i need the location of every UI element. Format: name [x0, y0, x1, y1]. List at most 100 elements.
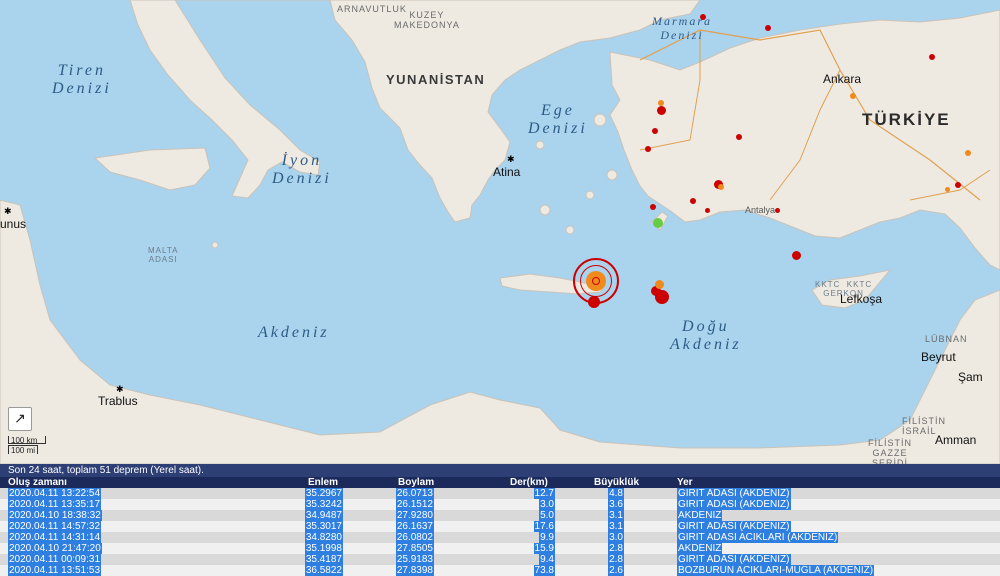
- cell-depth: 17.6: [533, 521, 555, 532]
- cell-mag: 2.6: [608, 565, 624, 576]
- label-tiren-denizi: Tiren Denizi: [52, 62, 112, 97]
- cell-place: AKDENIZ: [677, 510, 723, 521]
- table-row[interactable]: 2020.04.10 21:47:20 35.1998 27.8505 15.9 2.8…: [0, 543, 1000, 554]
- city-lefkosa: Lefkoşa: [840, 292, 883, 306]
- quake-marker[interactable]: [657, 106, 666, 115]
- table-row[interactable]: 2020.04.11 14:31:14 34.8280 26.0802 9.9 3.0 G…: [0, 532, 1000, 543]
- quake-marker[interactable]: [765, 25, 771, 31]
- cell-time: 2020.04.11 00:09:31: [8, 554, 102, 565]
- quake-marker[interactable]: [736, 134, 742, 140]
- cell-time: 2020.04.11 13:22:54: [8, 488, 102, 499]
- header-lon[interactable]: Boylam: [398, 477, 434, 488]
- cell-depth: 73.8: [533, 565, 555, 576]
- cell-mag: 3.1: [608, 510, 624, 521]
- quake-marker[interactable]: [690, 198, 696, 204]
- cell-mag: 3.1: [608, 521, 624, 532]
- label-malta: MALTA ADASI: [148, 246, 179, 264]
- label-yunanistan: YUNANİSTAN: [386, 72, 486, 87]
- cell-lon: 27.9280: [395, 510, 434, 521]
- cell-mag: 4.8: [608, 488, 624, 499]
- cell-place: GIRIT ADASI (AKDENIZ): [677, 488, 791, 499]
- cell-lat: 35.1998: [304, 543, 343, 554]
- cell-time: 2020.04.11 13:35:17: [8, 499, 102, 510]
- label-iyon-denizi: İyon Denizi: [272, 152, 332, 187]
- city-trablus: Trablus: [98, 394, 138, 408]
- quake-marker[interactable]: [588, 296, 600, 308]
- city-dot: ✱: [507, 154, 515, 164]
- cell-time: 2020.04.10 21:47:20: [8, 543, 102, 554]
- cell-lat: 35.3017: [304, 521, 343, 532]
- city-ankara: Ankara: [823, 72, 862, 86]
- quake-marker[interactable]: [965, 150, 971, 156]
- city-antalya: Antalya: [745, 205, 776, 215]
- quake-marker[interactable]: [775, 208, 780, 213]
- cell-lon: 27.8398: [395, 565, 434, 576]
- earthquake-table-panel: Son 24 saat, toplam 51 deprem (Yerel saa…: [0, 464, 1000, 576]
- cell-depth: 9.4: [539, 554, 555, 565]
- cell-lon: 26.1512: [395, 499, 434, 510]
- cell-time: 2020.04.11 14:31:14: [8, 532, 102, 543]
- cell-place: GIRIT ADASI (AKDENIZ): [677, 499, 791, 510]
- cell-place: GIRIT ADASI (AKDENIZ): [677, 554, 791, 565]
- quake-marker-center: [592, 277, 600, 285]
- table-row[interactable]: 2020.04.11 13:35:17 35.3242 26.1512 3.0 3.6 G…: [0, 499, 1000, 510]
- header-time[interactable]: Oluş zamanı: [8, 477, 67, 488]
- table-caption: Son 24 saat, toplam 51 deprem (Yerel saa…: [0, 464, 1000, 477]
- table-row[interactable]: 2020.04.11 14:57:32 35.3017 26.1637 17.6 3.1…: [0, 521, 1000, 532]
- city-sam: Şam: [958, 370, 983, 384]
- quake-marker[interactable]: [955, 182, 961, 188]
- cell-lat: 35.2967: [304, 488, 343, 499]
- label-dogu-akdeniz: Doğu Akdeniz: [670, 318, 742, 353]
- quake-marker[interactable]: [650, 204, 656, 210]
- quake-marker[interactable]: [658, 100, 664, 106]
- cell-lon: 26.0713: [395, 488, 434, 499]
- cell-lat: 34.8280: [304, 532, 343, 543]
- quake-marker[interactable]: [652, 128, 658, 134]
- quake-marker[interactable]: [929, 54, 935, 60]
- cell-time: 2020.04.10 18:38:32: [8, 510, 102, 521]
- cell-place: GIRIT ADASI (AKDENIZ): [677, 521, 791, 532]
- cell-lat: 35.4187: [304, 554, 343, 565]
- table-row[interactable]: 2020.04.11 13:51:53 36.5822 27.8398 73.8 2.6…: [0, 565, 1000, 576]
- table-body: 2020.04.11 13:22:54 35.2967 26.0713 12.7 4.8…: [0, 488, 1000, 576]
- quake-marker[interactable]: [645, 146, 651, 152]
- cell-lon: 27.8505: [395, 543, 434, 554]
- quake-marker[interactable]: [718, 184, 724, 190]
- quake-marker[interactable]: [945, 187, 950, 192]
- cell-place: AKDENIZ: [677, 543, 723, 554]
- cell-depth: 9.9: [539, 532, 555, 543]
- label-akdeniz: Akdeniz: [258, 324, 330, 341]
- table-header: Oluş zamanı Enlem Boylam Der(km) Büyüklü…: [0, 477, 1000, 488]
- table-row[interactable]: 2020.04.10 18:38:32 34.9487 27.9280 5.0 3.1 A…: [0, 510, 1000, 521]
- quake-marker[interactable]: [655, 280, 664, 289]
- city-tunus: unus: [0, 217, 27, 231]
- cell-place: BOZBURUN ACIKLARI-MUGLA (AKDENIZ): [677, 565, 875, 576]
- quake-marker[interactable]: [653, 218, 663, 228]
- cell-time: 2020.04.11 14:57:32: [8, 521, 102, 532]
- header-depth[interactable]: Der(km): [510, 477, 548, 488]
- scale-mi: 100 mi: [8, 445, 38, 455]
- cell-lon: 25.9183: [395, 554, 434, 565]
- quake-marker[interactable]: [792, 251, 801, 260]
- label-ege-denizi: Ege Denizi: [528, 102, 588, 137]
- table-row[interactable]: 2020.04.11 00:09:31 35.4187 25.9183 9.4 2.8 G…: [0, 554, 1000, 565]
- cell-mag: 2.8: [608, 554, 624, 565]
- cell-mag: 3.6: [608, 499, 624, 510]
- header-place[interactable]: Yer: [677, 477, 693, 488]
- cell-depth: 3.0: [539, 499, 555, 510]
- header-mag[interactable]: Büyüklük: [594, 477, 639, 488]
- quake-marker[interactable]: [705, 208, 710, 213]
- cell-lat: 36.5822: [304, 565, 343, 576]
- expand-icon[interactable]: ↗: [8, 407, 32, 431]
- quake-marker[interactable]: [850, 93, 856, 99]
- header-lat[interactable]: Enlem: [308, 477, 338, 488]
- table-row[interactable]: 2020.04.11 13:22:54 35.2967 26.0713 12.7 4.8…: [0, 488, 1000, 499]
- cell-depth: 12.7: [533, 488, 555, 499]
- quake-marker[interactable]: [700, 14, 706, 20]
- map-basemap: [0, 0, 1000, 464]
- earthquake-map[interactable]: ARNAVUTLUK KUZEY MAKEDONYA YUNANİSTAN TÜ…: [0, 0, 1000, 464]
- cell-place: GIRIT ADASI ACIKLARI (AKDENIZ): [677, 532, 839, 543]
- label-lubnan: LÜBNAN: [925, 334, 968, 344]
- city-amman: Amman: [935, 433, 977, 447]
- cell-mag: 3.0: [608, 532, 624, 543]
